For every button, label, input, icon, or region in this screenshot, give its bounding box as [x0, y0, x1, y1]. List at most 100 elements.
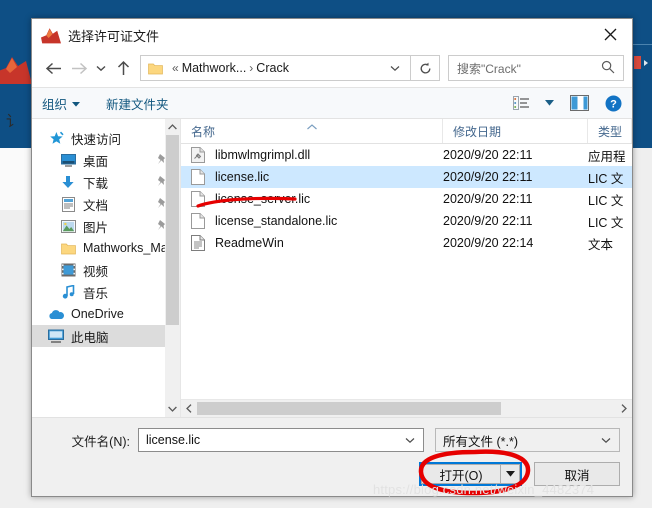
documents-icon — [60, 196, 76, 212]
breadcrumb-separator: › — [249, 61, 254, 75]
column-header-date-modified[interactable]: 修改日期 — [443, 119, 588, 143]
forward-arrow-icon — [66, 55, 92, 81]
dialog-body: 快速访问 桌面 下载 文档 图片 Mathworks_Ma 视频 音乐 OneD… — [32, 119, 632, 417]
file-date: 2020/9/20 22:11 — [443, 148, 533, 162]
sidebar-label: OneDrive — [71, 307, 124, 321]
scroll-down-icon[interactable] — [165, 401, 180, 417]
text-file-icon — [191, 235, 207, 251]
table-row[interactable]: license.lic 2020/9/20 22:11 LIC 文 — [181, 166, 632, 188]
column-header-type[interactable]: 类型 — [588, 119, 632, 143]
search-placeholder: 搜索"Crack" — [457, 61, 521, 76]
sidebar-item-this-pc[interactable]: 此电脑 — [32, 325, 180, 347]
scroll-right-icon[interactable] — [616, 400, 632, 417]
sort-ascending-icon — [306, 119, 317, 133]
table-row[interactable]: license_standalone.lic 2020/9/20 22:11 L… — [181, 210, 632, 232]
file-type: LIC 文 — [588, 171, 624, 186]
chevron-down-icon[interactable] — [405, 433, 415, 447]
sidebar-item-documents[interactable]: 文档 — [32, 193, 180, 215]
new-folder-button[interactable]: 新建文件夹 — [106, 94, 169, 113]
organize-button[interactable]: 组织 — [42, 94, 81, 113]
filename-label: 文件名(N): — [71, 434, 130, 449]
folder-icon — [60, 240, 76, 256]
file-name: license_server.lic — [215, 192, 311, 206]
sidebar-item-downloads[interactable]: 下载 — [32, 171, 180, 193]
sidebar-item-mathworks-folder[interactable]: Mathworks_Ma — [32, 237, 180, 259]
chevron-down-icon[interactable] — [390, 61, 400, 75]
chevron-down-icon[interactable] — [601, 433, 611, 447]
sidebar-label: 视频 — [83, 264, 109, 279]
help-circle-icon[interactable]: ? — [605, 95, 622, 112]
sidebar-label: 此电脑 — [71, 330, 109, 345]
sidebar-item-videos[interactable]: 视频 — [32, 259, 180, 281]
file-type-filter-value: 所有文件 (*.*) — [443, 434, 519, 449]
sidebar-item-list: 快速访问 桌面 下载 文档 图片 Mathworks_Ma 视频 音乐 OneD… — [32, 119, 180, 347]
sidebar-item-pictures[interactable]: 图片 — [32, 215, 180, 237]
dialog-title: 选择许可证文件 — [68, 28, 160, 44]
command-bar-right-group: ? — [497, 95, 622, 112]
sidebar-item-music[interactable]: 音乐 — [32, 281, 180, 303]
file-type: 应用程 — [588, 149, 626, 164]
navigation-bar: « Mathwork... › Crack 搜索"Crack" — [32, 51, 632, 87]
file-name-cell: license_standalone.lic — [181, 213, 443, 229]
column-header-label: 修改日期 — [453, 124, 502, 139]
file-list-horizontal-scrollbar[interactable] — [181, 399, 632, 417]
sidebar-item-quick-access[interactable]: 快速访问 — [32, 127, 180, 149]
search-icon[interactable] — [601, 60, 615, 77]
sidebar-label: 音乐 — [83, 286, 109, 301]
table-row[interactable]: ReadmeWin 2020/9/20 22:14 文本 — [181, 232, 632, 254]
filename-input[interactable]: license.lic — [138, 428, 424, 452]
command-bar: 组织 新建文件夹 ? — [32, 87, 632, 119]
file-type-filter-select[interactable]: 所有文件 (*.*) — [435, 428, 620, 452]
close-icon[interactable] — [588, 19, 632, 50]
downloads-icon — [60, 174, 76, 190]
folder-icon — [148, 62, 163, 75]
file-date: 2020/9/20 22:11 — [443, 170, 533, 184]
blank-file-icon — [191, 169, 207, 185]
list-view-icon[interactable] — [513, 96, 529, 110]
column-header-name[interactable]: 名称 — [181, 119, 443, 143]
refresh-icon[interactable] — [411, 55, 440, 81]
breadcrumb-overflow[interactable]: « — [172, 61, 179, 75]
open-button[interactable]: 打开(O) — [421, 464, 501, 484]
table-row[interactable]: license_server.lic 2020/9/20 22:11 LIC 文 — [181, 188, 632, 210]
recent-locations-chevron-down-icon[interactable] — [92, 55, 110, 81]
quick-access-star-icon — [48, 130, 64, 146]
file-name-cell: ReadmeWin — [181, 235, 443, 251]
filename-value: license.lic — [146, 433, 201, 447]
horizontal-scroll-thumb[interactable] — [197, 402, 501, 415]
breadcrumb-item-parent[interactable]: Mathwork... — [182, 61, 247, 75]
music-icon — [60, 284, 76, 300]
search-input[interactable]: 搜索"Crack" — [448, 55, 624, 81]
file-name-cell: libmwlmgrimpl.dll — [181, 147, 443, 163]
file-type: 文本 — [588, 237, 614, 252]
sidebar-item-desktop[interactable]: 桌面 — [32, 149, 180, 171]
address-bar[interactable]: « Mathwork... › Crack — [140, 55, 411, 81]
file-name-cell: license_server.lic — [181, 191, 443, 207]
scroll-left-icon[interactable] — [181, 400, 197, 417]
breadcrumb-item-current[interactable]: Crack — [256, 61, 289, 75]
up-arrow-icon[interactable] — [110, 55, 136, 81]
scroll-up-icon[interactable] — [165, 119, 180, 135]
pictures-icon — [60, 218, 76, 234]
back-arrow-icon[interactable] — [40, 55, 66, 81]
caret-down-icon — [72, 96, 81, 110]
filename-row: 文件名(N): license.lic 所有文件 (*.*) — [44, 428, 620, 452]
dll-file-icon — [191, 147, 207, 163]
desktop-icon — [60, 152, 76, 168]
column-header-label: 类型 — [598, 124, 623, 139]
sidebar-scrollbar[interactable] — [165, 119, 180, 417]
file-date: 2020/9/20 22:14 — [443, 236, 534, 250]
table-row[interactable]: libmwlmgrimpl.dll 2020/9/20 22:11 应用程 — [181, 144, 632, 166]
open-dropdown-caret-down-icon[interactable] — [501, 464, 520, 484]
view-options-caret-down-icon[interactable] — [545, 100, 554, 106]
blank-file-icon — [191, 213, 207, 229]
sidebar-scroll-thumb[interactable] — [166, 135, 179, 325]
file-list-rows: libmwlmgrimpl.dll 2020/9/20 22:11 应用程 li… — [181, 144, 632, 399]
matlab-membrane-icon — [41, 26, 61, 44]
file-date: 2020/9/20 22:11 — [443, 192, 533, 206]
preview-pane-icon[interactable] — [570, 95, 589, 111]
sidebar-item-onedrive[interactable]: OneDrive — [32, 303, 180, 325]
sidebar-label: Mathworks_Ma — [83, 241, 168, 255]
file-list-pane: 名称 修改日期 类型 libmwlmgrimpl.dll 2020/9/20 2… — [180, 119, 632, 417]
this-pc-icon — [48, 328, 64, 344]
